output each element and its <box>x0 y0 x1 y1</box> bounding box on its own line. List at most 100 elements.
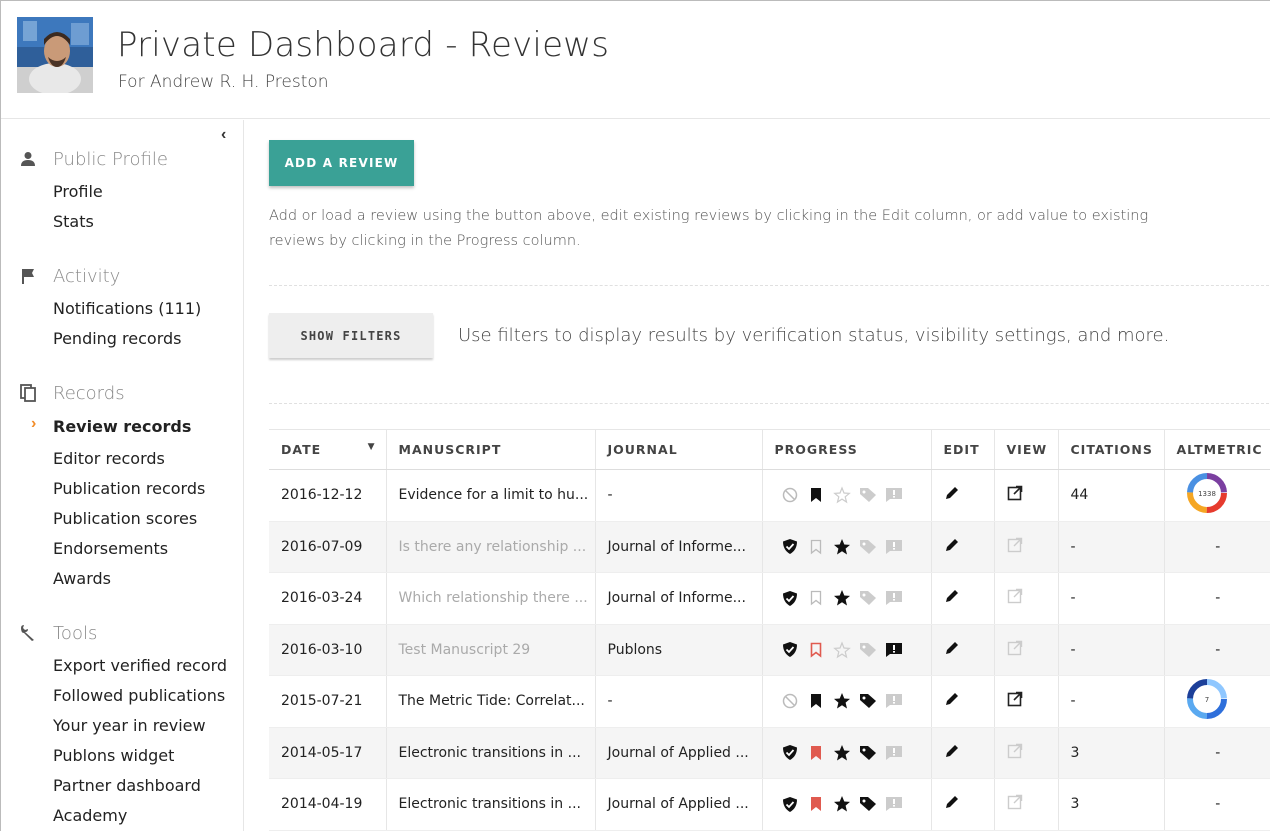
show-filters-button[interactable]: SHOW FILTERS <box>269 313 433 358</box>
edit-cell[interactable] <box>930 521 994 573</box>
table-row[interactable]: 2016-12-12 Evidence for a limit to hu... -… <box>269 469 1270 522</box>
comment-icon[interactable] <box>885 795 903 813</box>
view-cell[interactable] <box>993 469 1058 522</box>
sidebar-item-pending-records[interactable]: Pending records <box>53 329 182 348</box>
column-header-journal[interactable]: JOURNAL <box>594 429 762 470</box>
edit-cell[interactable] <box>930 778 994 831</box>
edit-cell[interactable] <box>930 727 994 779</box>
table-row[interactable]: 2015-07-21 The Metric Tide: Correlat... - -… <box>269 675 1270 728</box>
table-row[interactable]: 2016-07-09 Is there any relationship ... J… <box>269 521 1270 573</box>
verified-shield-icon[interactable] <box>781 589 799 607</box>
star-icon[interactable] <box>832 486 851 504</box>
bookmark-icon[interactable] <box>807 795 825 813</box>
verified-shield-icon[interactable] <box>781 795 799 813</box>
column-header-citations[interactable]: CITATIONS <box>1057 429 1164 470</box>
comment-icon[interactable] <box>885 589 903 607</box>
sidebar-item-profile[interactable]: Profile <box>53 182 103 201</box>
tag-icon[interactable] <box>859 692 877 710</box>
verified-shield-icon[interactable] <box>781 641 799 659</box>
comment-icon[interactable] <box>885 486 903 504</box>
table-row[interactable]: 2016-03-24 Which relationship there ... Jo… <box>269 572 1270 625</box>
edit-cell[interactable] <box>930 675 994 728</box>
column-header-altmetric[interactable]: ALTMETRIC <box>1163 429 1270 470</box>
manuscript-cell[interactable]: Is there any relationship ... <box>385 521 595 573</box>
manuscript-cell[interactable]: Electronic transitions in ... <box>385 778 595 831</box>
edit-pencil-icon[interactable] <box>944 538 960 557</box>
column-header-progress[interactable]: PROGRESS <box>761 429 931 470</box>
sidebar-item-publons-widget[interactable]: Publons widget <box>53 746 174 765</box>
sort-desc-icon[interactable]: ▼ <box>368 442 376 452</box>
star-icon[interactable] <box>833 744 851 762</box>
star-icon[interactable] <box>833 538 851 556</box>
table-row[interactable]: 2014-05-17 Electronic transitions in ... J… <box>269 727 1270 779</box>
sidebar-item-academy[interactable]: Academy <box>53 806 127 825</box>
star-icon[interactable] <box>833 795 851 813</box>
collapse-sidebar-button[interactable]: ‹ <box>221 126 226 144</box>
progress-cell[interactable] <box>761 624 931 676</box>
not-verified-icon[interactable] <box>781 692 799 710</box>
edit-pencil-icon[interactable] <box>944 487 960 505</box>
edit-pencil-icon[interactable] <box>944 641 960 660</box>
sidebar-item-followed-publications[interactable]: Followed publications <box>53 686 225 705</box>
sidebar-item-stats[interactable]: Stats <box>53 212 94 231</box>
progress-cell[interactable] <box>761 727 931 779</box>
star-icon[interactable] <box>832 641 851 659</box>
edit-pencil-icon[interactable] <box>944 744 960 763</box>
tag-icon[interactable] <box>859 795 877 813</box>
comment-icon[interactable] <box>885 744 903 762</box>
sidebar-item-endorsements[interactable]: Endorsements <box>53 539 168 558</box>
comment-icon[interactable] <box>885 538 903 556</box>
column-header-manuscript[interactable]: MANUSCRIPT <box>385 429 595 470</box>
edit-cell[interactable] <box>930 624 994 676</box>
altmetric-badge-icon[interactable]: 7 <box>1186 679 1227 720</box>
edit-cell[interactable] <box>930 572 994 625</box>
sidebar-item-publication-records[interactable]: Publication records <box>53 479 205 498</box>
bookmark-icon[interactable] <box>807 538 825 556</box>
avatar[interactable] <box>17 17 93 93</box>
tag-icon[interactable] <box>859 538 877 556</box>
sidebar-item-partner-dashboard[interactable]: Partner dashboard <box>53 776 201 795</box>
column-header-date[interactable]: DATE ▼ <box>269 429 386 470</box>
manuscript-cell[interactable]: Evidence for a limit to hu... <box>385 469 595 522</box>
tag-icon[interactable] <box>859 744 877 762</box>
manuscript-cell[interactable]: The Metric Tide: Correlat... <box>385 675 595 728</box>
sidebar-item-editor-records[interactable]: Editor records <box>53 449 165 468</box>
progress-cell[interactable] <box>761 521 931 573</box>
verified-shield-icon[interactable] <box>781 538 799 556</box>
bookmark-icon[interactable] <box>807 589 825 607</box>
sidebar-item-your-year-in-review[interactable]: Your year in review <box>53 716 206 735</box>
external-link-icon[interactable] <box>1007 691 1023 711</box>
sidebar-item-notifications[interactable]: Notifications (111) <box>53 299 201 318</box>
progress-cell[interactable] <box>761 675 931 728</box>
altmetric-cell[interactable]: 7 <box>1163 675 1270 728</box>
verified-shield-icon[interactable] <box>781 744 799 762</box>
sidebar-item-publication-scores[interactable]: Publication scores <box>53 509 197 528</box>
manuscript-cell[interactable]: Test Manuscript 29 <box>385 624 595 676</box>
progress-cell[interactable] <box>761 572 931 625</box>
manuscript-cell[interactable]: Electronic transitions in ... <box>385 727 595 779</box>
manuscript-cell[interactable]: Which relationship there ... <box>385 572 595 625</box>
comment-icon[interactable] <box>885 641 903 659</box>
bookmark-icon[interactable] <box>807 744 825 762</box>
sidebar-item-awards[interactable]: Awards <box>53 569 111 588</box>
tag-icon[interactable] <box>859 589 877 607</box>
edit-pencil-icon[interactable] <box>944 796 960 814</box>
comment-icon[interactable] <box>885 692 903 710</box>
view-cell[interactable] <box>993 675 1058 728</box>
edit-pencil-icon[interactable] <box>944 590 960 608</box>
not-verified-icon[interactable] <box>781 486 799 504</box>
altmetric-cell[interactable]: 1338 <box>1163 469 1270 522</box>
progress-cell[interactable] <box>761 469 931 522</box>
tag-icon[interactable] <box>859 641 877 659</box>
external-link-icon[interactable] <box>1007 485 1023 505</box>
star-icon[interactable] <box>833 589 851 607</box>
sidebar-item-export-verified-record[interactable]: Export verified record <box>53 656 227 675</box>
bookmark-icon[interactable] <box>807 486 825 504</box>
edit-pencil-icon[interactable] <box>944 693 960 711</box>
star-icon[interactable] <box>833 692 851 710</box>
table-row[interactable]: 2014-04-19 Electronic transitions in ... J… <box>269 778 1270 831</box>
progress-cell[interactable] <box>761 778 931 831</box>
table-row[interactable]: 2016-03-10 Test Manuscript 29 Publons - - <box>269 624 1270 676</box>
edit-cell[interactable] <box>930 469 994 522</box>
tag-icon[interactable] <box>859 486 877 504</box>
